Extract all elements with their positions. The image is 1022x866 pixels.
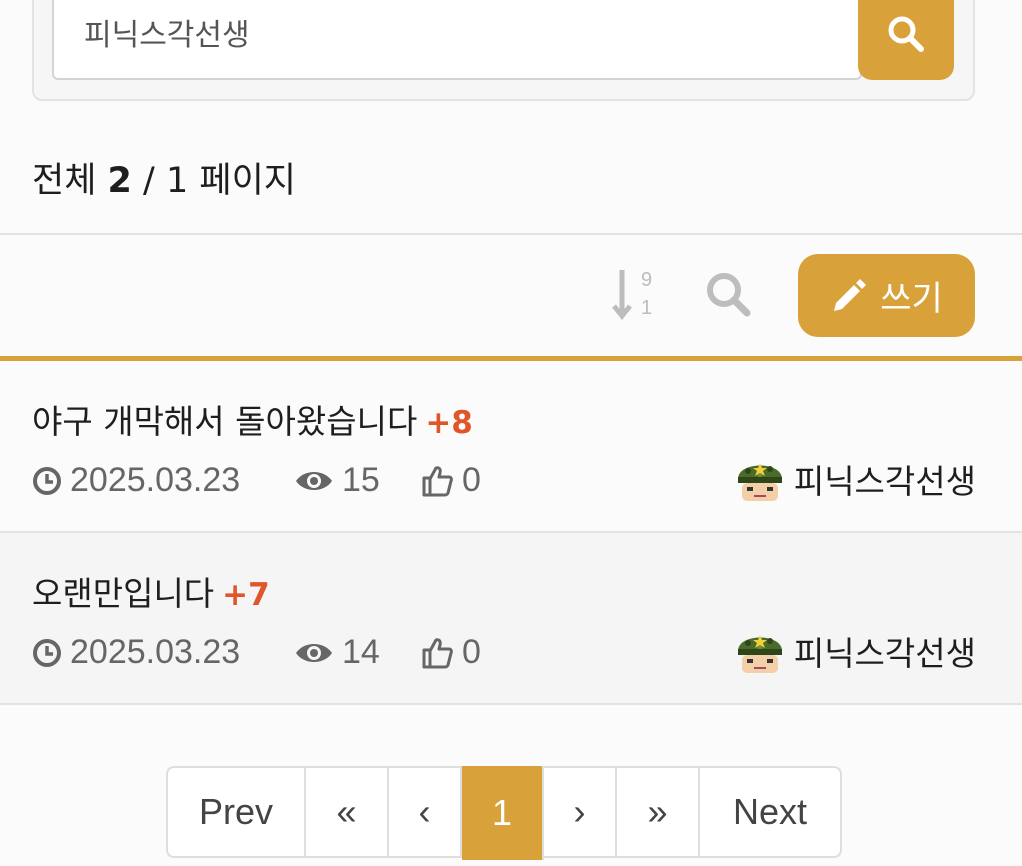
- search-icon: [707, 273, 751, 317]
- summary-sep: /: [143, 161, 155, 201]
- pagination: Prev « ‹ 1 › » Next: [166, 766, 842, 860]
- post-date: 2025.03.23: [32, 461, 240, 500]
- post-author[interactable]: 피닉스각선생: [734, 453, 976, 505]
- post-views: 15: [294, 461, 380, 500]
- summary-suffix: 페이지: [199, 161, 297, 201]
- post-date: 2025.03.23: [32, 633, 240, 672]
- write-button[interactable]: 쓰기: [798, 254, 975, 337]
- list-item[interactable]: 야구 개막해서 돌아왔습니다 +8 2025.03.23 15 0 피닉스각선생: [0, 361, 1022, 533]
- first-page-button[interactable]: «: [306, 768, 389, 856]
- post-views: 14: [294, 633, 380, 672]
- post-author[interactable]: 피닉스각선생: [734, 625, 976, 677]
- post-title[interactable]: 야구 개막해서 돌아왔습니다 +8: [32, 395, 473, 443]
- post-likes: 0: [420, 633, 481, 672]
- search-button[interactable]: [858, 0, 954, 80]
- post-likes-text: 0: [462, 461, 481, 499]
- previous-page-arrow[interactable]: ‹: [389, 768, 462, 856]
- sort-numeric-desc-icon: 9 1: [612, 269, 652, 321]
- write-label: 쓰기: [880, 279, 943, 319]
- page-1-button[interactable]: 1: [462, 766, 544, 860]
- post-likes: 0: [420, 461, 481, 500]
- pencil-icon: [834, 278, 867, 311]
- eye-icon: [296, 643, 332, 662]
- board-page: 피닉스각선생 전체 2 / 1 페이지 9 1 쓰기 야구 개막해서 돌아왔습니…: [0, 0, 1022, 866]
- post-title-text[interactable]: 오랜만입니다: [32, 574, 214, 613]
- divider: [0, 233, 1022, 235]
- total-summary: 전체 2 / 1 페이지: [32, 152, 296, 203]
- clock-icon: [33, 466, 61, 495]
- sort-button[interactable]: 9 1: [610, 264, 660, 324]
- last-page-button[interactable]: »: [617, 768, 700, 856]
- summary-pages: 1: [165, 161, 189, 201]
- svg-text:9: 9: [641, 269, 652, 291]
- list-item[interactable]: 오랜만입니다 +7 2025.03.23 14 0 피닉스각선생: [0, 533, 1022, 705]
- prev-page-button[interactable]: Prev: [168, 768, 306, 856]
- comment-count: +7: [222, 577, 270, 613]
- thumbs-up-icon: [422, 637, 453, 668]
- post-date-text: 2025.03.23: [70, 633, 241, 671]
- post-title-text[interactable]: 야구 개막해서 돌아왔습니다: [32, 402, 417, 441]
- comment-count: +8: [425, 405, 473, 441]
- next-page-arrow[interactable]: ›: [544, 768, 617, 856]
- author-name[interactable]: 피닉스각선생: [794, 455, 976, 503]
- thumbs-up-icon: [422, 465, 453, 496]
- avatar-soldier-icon: [737, 635, 782, 673]
- post-views-text: 14: [342, 633, 380, 671]
- clock-icon: [33, 638, 61, 667]
- post-views-text: 15: [342, 461, 380, 499]
- post-likes-text: 0: [462, 633, 481, 671]
- avatar-soldier-icon: [737, 463, 782, 501]
- eye-icon: [296, 471, 332, 490]
- next-page-button[interactable]: Next: [700, 768, 840, 856]
- svg-text:1: 1: [641, 297, 652, 319]
- search-input[interactable]: 피닉스각선생: [52, 0, 862, 80]
- summary-prefix: 전체: [32, 161, 97, 201]
- author-name[interactable]: 피닉스각선생: [794, 627, 976, 675]
- post-date-text: 2025.03.23: [70, 461, 241, 499]
- search-icon: [888, 16, 924, 52]
- board-search-button[interactable]: [700, 266, 756, 322]
- summary-count: 2: [107, 161, 132, 201]
- post-title[interactable]: 오랜만입니다 +7: [32, 567, 270, 615]
